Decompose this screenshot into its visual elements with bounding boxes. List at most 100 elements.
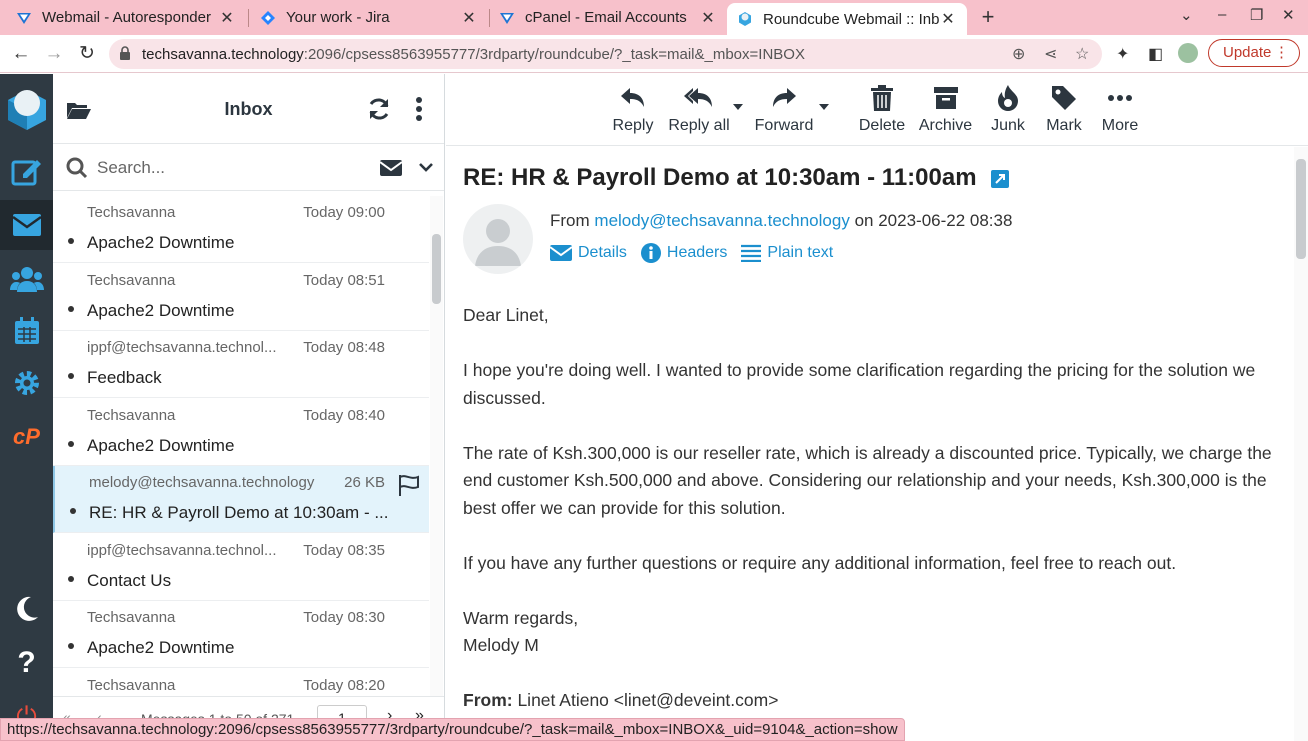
reply-icon xyxy=(611,84,655,112)
search-input[interactable]: Search... xyxy=(97,158,165,178)
message-date: Today 08:35 xyxy=(303,542,385,559)
bookmark-star-icon[interactable]: ☆ xyxy=(1075,44,1089,64)
list-item[interactable]: ippf@techsavanna.technol... Today 08:48 … xyxy=(53,331,429,398)
tab-search-icon[interactable]: ⌄ xyxy=(1180,6,1193,24)
message-list-panel: Inbox Search... Techsavanna Today 09:00 … xyxy=(53,74,445,741)
list-scrollbar[interactable] xyxy=(430,196,443,696)
browser-toolbar: ← → ↻ techsavanna.technology:2096/cpsess… xyxy=(0,35,1308,73)
close-tab-icon[interactable]: ✕ xyxy=(699,8,717,28)
list-item[interactable]: Techsavanna Today 08:30 Apache2 Downtime xyxy=(53,601,429,668)
share-icon[interactable]: ⋖ xyxy=(1044,44,1057,64)
list-item[interactable]: ippf@techsavanna.technol... Today 08:35 … xyxy=(53,534,429,601)
message-subject-heading: RE: HR & Payroll Demo at 10:30am - 11:00… xyxy=(463,164,977,191)
envelope-icon xyxy=(550,245,572,261)
search-bar: Search... xyxy=(53,145,444,191)
message-sender: melody@techsavanna.technology xyxy=(89,474,315,491)
list-item[interactable]: Techsavanna Today 09:00 Apache2 Downtime xyxy=(53,196,429,263)
reply-all-button[interactable]: Reply all xyxy=(668,84,730,135)
message-subject: Contact Us xyxy=(87,571,172,590)
message-sender: Techsavanna xyxy=(87,609,176,626)
zoom-icon[interactable]: ⊕ xyxy=(1012,44,1025,64)
search-icon xyxy=(66,157,88,179)
from-label: From xyxy=(550,211,590,230)
forward-dropdown-icon[interactable] xyxy=(819,104,829,110)
headers-link[interactable]: Headers xyxy=(640,243,727,263)
plain-text-label: Plain text xyxy=(767,244,834,261)
list-item[interactable]: Techsavanna Today 08:51 Apache2 Downtime xyxy=(53,264,429,331)
tab-webmail-autoresponder[interactable]: Webmail - Autoresponder ✕ xyxy=(6,0,246,35)
message-sender: Techsavanna xyxy=(87,407,176,424)
browser-tabbar: Webmail - Autoresponder ✕ Your work - Ji… xyxy=(0,0,1308,35)
on-label: on xyxy=(854,211,874,230)
message-body: Dear Linet, I hope you're doing well. I … xyxy=(463,302,1273,715)
message-subject: Feedback xyxy=(87,368,162,387)
tab-separator xyxy=(248,9,249,27)
message-scrollbar[interactable] xyxy=(1294,147,1308,741)
reload-icon[interactable]: ↻ xyxy=(74,41,100,67)
tab-cpanel-email[interactable]: cPanel - Email Accounts ✕ xyxy=(489,0,727,35)
message-date: Today 08:30 xyxy=(303,609,385,626)
more-button[interactable]: More xyxy=(1098,84,1142,135)
url-text: techsavanna.technology:2096/cpsess856395… xyxy=(142,46,805,63)
menu-dots-icon: ⋮ xyxy=(1274,44,1289,61)
compose-icon[interactable] xyxy=(0,146,53,196)
contacts-icon[interactable] xyxy=(0,254,53,304)
junk-button[interactable]: Junk xyxy=(988,84,1028,135)
dark-mode-moon-icon[interactable] xyxy=(0,584,53,634)
profile-avatar[interactable] xyxy=(1178,43,1198,63)
quoted-from: Linet Atieno <linet@deveint.com> xyxy=(517,690,779,710)
scrollbar-thumb[interactable] xyxy=(432,234,441,304)
extensions-icon[interactable]: ✦ xyxy=(1116,44,1129,64)
mark-button[interactable]: Mark xyxy=(1044,84,1084,135)
archive-button[interactable]: Archive xyxy=(918,84,973,135)
calendar-icon[interactable] xyxy=(0,306,53,356)
message-size: 26 KB xyxy=(344,474,385,491)
message-date: Today 08:20 xyxy=(303,677,385,694)
message-date: Today 09:00 xyxy=(303,204,385,221)
tab-title: Webmail - Autoresponder xyxy=(42,9,211,26)
list-item-selected[interactable]: melody@techsavanna.technology 26 KB RE: … xyxy=(53,466,429,533)
scrollbar-thumb[interactable] xyxy=(1296,159,1306,259)
envelope-filter-icon[interactable] xyxy=(380,160,402,176)
details-link[interactable]: Details xyxy=(550,243,627,263)
close-tab-icon[interactable]: ✕ xyxy=(939,9,957,29)
sender-email-link[interactable]: melody@techsavanna.technology xyxy=(594,211,849,230)
delete-button[interactable]: Delete xyxy=(858,84,906,135)
new-tab-icon[interactable]: + xyxy=(976,4,1000,30)
help-icon[interactable]: ? xyxy=(0,638,53,688)
close-window-icon[interactable]: ✕ xyxy=(1282,6,1295,24)
reply-all-dropdown-icon[interactable] xyxy=(733,104,743,110)
message-sender: ippf@techsavanna.technol... xyxy=(87,542,277,559)
close-tab-icon[interactable]: ✕ xyxy=(460,8,478,28)
address-bar[interactable]: techsavanna.technology:2096/cpsess856395… xyxy=(109,39,1102,69)
refresh-icon[interactable] xyxy=(367,97,391,121)
reply-button[interactable]: Reply xyxy=(611,84,655,135)
settings-gear-icon[interactable] xyxy=(0,358,53,408)
update-label: Update xyxy=(1223,44,1272,61)
sidepanel-icon[interactable]: ◧ xyxy=(1148,44,1163,64)
back-icon[interactable]: ← xyxy=(8,41,34,67)
mail-icon[interactable] xyxy=(0,200,53,250)
plain-text-link[interactable]: Plain text xyxy=(741,243,833,263)
archive-label: Archive xyxy=(918,117,973,134)
forward-nav-icon[interactable]: → xyxy=(41,41,67,67)
forward-button[interactable]: Forward xyxy=(754,84,814,135)
list-item[interactable]: Techsavanna Today 08:20 xyxy=(53,669,429,696)
info-icon xyxy=(640,243,661,263)
tab-jira[interactable]: Your work - Jira ✕ xyxy=(250,0,488,35)
flag-icon[interactable] xyxy=(397,474,421,496)
close-tab-icon[interactable]: ✕ xyxy=(218,8,236,28)
list-item[interactable]: Techsavanna Today 08:40 Apache2 Downtime xyxy=(53,399,429,466)
chevron-down-icon[interactable] xyxy=(419,163,433,173)
reply-all-icon xyxy=(668,84,730,112)
open-in-new-window-icon[interactable] xyxy=(991,169,1010,188)
message-subject: Apache2 Downtime xyxy=(87,638,235,657)
tab-roundcube[interactable]: Roundcube Webmail :: Inb ✕ xyxy=(727,3,967,35)
list-options-dots-icon[interactable] xyxy=(415,96,423,122)
message-date: Today 08:48 xyxy=(303,339,385,356)
cpanel-icon[interactable]: cP xyxy=(0,412,53,462)
maximize-icon[interactable]: ❐ xyxy=(1250,6,1263,24)
update-button[interactable]: Update ⋮ xyxy=(1208,39,1300,67)
unread-dot-icon xyxy=(68,441,74,447)
minimize-icon[interactable]: ‒ xyxy=(1218,6,1226,23)
